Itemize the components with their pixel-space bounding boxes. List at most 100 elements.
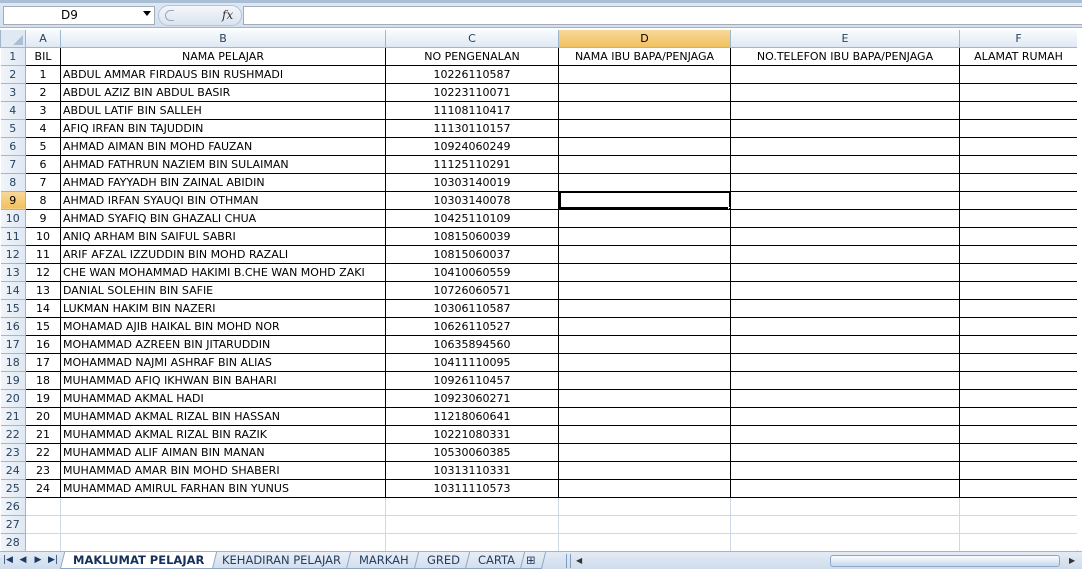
empty-cell[interactable] [60,515,386,534]
cell-nama-pelajar[interactable]: MUHAMMAD AMIRUL FARHAN BIN YUNUS [60,478,386,498]
cell-alamat-rumah[interactable] [959,370,1078,390]
cell-nama-pelajar[interactable]: MUHAMMAD AKMAL RIZAL BIN RAZIK [60,424,386,444]
cell-alamat-rumah[interactable] [959,280,1078,300]
cell-nama-ibu-bapa[interactable] [558,208,731,228]
tab-split-handle[interactable] [566,554,571,568]
cell-no-telefon[interactable] [730,154,960,174]
previous-sheet-icon[interactable]: ◀ [17,554,29,567]
column-header-e[interactable]: E [730,30,960,48]
cell-alamat-rumah[interactable] [959,352,1078,372]
cell-nama-pelajar[interactable]: AHMAD FAYYADH BIN ZAINAL ABIDIN [60,172,386,192]
cell-no-pengenalan[interactable]: 10303140019 [385,172,559,192]
fill-handle[interactable] [728,206,730,208]
cell-no-pengenalan[interactable]: 10815060037 [385,244,559,264]
cell-nama-pelajar[interactable]: CHE WAN MOHAMMAD HAKIMI B.CHE WAN MOHD Z… [60,262,386,282]
cell-no-pengenalan[interactable]: 10924060249 [385,136,559,156]
cell-no-telefon[interactable] [730,64,960,84]
cell-nama-pelajar[interactable]: MUHAMMAD AFIQ IKHWAN BIN BAHARI [60,370,386,390]
cell-no-telefon[interactable] [730,136,960,156]
row-header[interactable]: 27 [0,514,26,534]
cell-nama-ibu-bapa[interactable] [558,64,731,84]
row-header[interactable]: 8 [0,172,26,192]
scroll-thumb[interactable] [830,555,1060,567]
cell-nama-ibu-bapa[interactable] [558,262,731,282]
cell-bil[interactable]: 14 [25,298,61,318]
name-box[interactable]: D9 [3,6,155,25]
header-alamat-rumah[interactable]: ALAMAT RUMAH [959,46,1078,66]
row-header[interactable]: 6 [0,136,26,156]
first-sheet-icon[interactable]: |◀ [2,554,14,567]
cell-bil[interactable]: 3 [25,100,61,120]
cell-nama-pelajar[interactable]: ABDUL AMMAR FIRDAUS BIN RUSHMADI [60,64,386,84]
row-header[interactable]: 7 [0,154,26,174]
cell-no-telefon[interactable] [730,388,960,408]
cell-alamat-rumah[interactable] [959,100,1078,120]
row-header[interactable]: 20 [0,388,26,408]
cell-no-pengenalan[interactable]: 10923060271 [385,388,559,408]
row-header[interactable]: 14 [0,280,26,300]
cell-no-telefon[interactable] [730,424,960,444]
empty-cell[interactable] [25,497,61,516]
header-nama-pelajar[interactable]: NAMA PELAJAR [60,46,386,66]
cell-bil[interactable]: 9 [25,208,61,228]
column-header-f[interactable]: F [959,30,1078,48]
cell-bil[interactable]: 23 [25,460,61,480]
empty-cell[interactable] [385,515,559,534]
cell-no-telefon[interactable] [730,406,960,426]
cell-no-pengenalan[interactable]: 11130110157 [385,118,559,138]
cell-no-pengenalan[interactable]: 10410060559 [385,262,559,282]
cell-bil[interactable]: 7 [25,172,61,192]
cell-alamat-rumah[interactable] [959,226,1078,246]
cell-bil[interactable]: 8 [25,190,61,210]
cell-nama-ibu-bapa[interactable] [558,280,731,300]
cell-nama-ibu-bapa[interactable] [558,388,731,408]
cell-no-telefon[interactable] [730,280,960,300]
cell-bil[interactable]: 18 [25,370,61,390]
cell-bil[interactable]: 17 [25,352,61,372]
cell-no-pengenalan[interactable]: 10815060039 [385,226,559,246]
cell-no-pengenalan[interactable]: 10411110095 [385,352,559,372]
row-header[interactable]: 12 [0,244,26,264]
cell-no-telefon[interactable] [730,118,960,138]
insert-sheet-button[interactable]: ⊞ [519,552,547,569]
row-header[interactable]: 22 [0,424,26,444]
cell-nama-ibu-bapa[interactable] [558,298,731,318]
header-no-pengenalan[interactable]: NO PENGENALAN [385,46,559,66]
cell-nama-pelajar[interactable]: AFIQ IRFAN BIN TAJUDDIN [60,118,386,138]
empty-cell[interactable] [385,533,559,552]
sheet-tab-gred[interactable]: GRED [413,552,474,569]
cell-no-pengenalan[interactable]: 11125110291 [385,154,559,174]
scroll-left-icon[interactable]: ◀ [576,556,582,565]
row-header[interactable]: 25 [0,478,26,498]
cell-nama-ibu-bapa[interactable] [558,226,731,246]
row-header[interactable]: 26 [0,496,26,516]
cell-bil[interactable]: 24 [25,478,61,498]
cell-no-telefon[interactable] [730,478,960,498]
cell-nama-pelajar[interactable]: ABDUL LATIF BIN SALLEH [60,100,386,120]
cell-nama-ibu-bapa[interactable] [558,352,731,372]
cell-nama-ibu-bapa[interactable] [558,478,731,498]
row-header[interactable]: 18 [0,352,26,372]
cell-nama-pelajar[interactable]: MUHAMMAD ALIF AIMAN BIN MANAN [60,442,386,462]
cell-alamat-rumah[interactable] [959,262,1078,282]
row-header[interactable]: 10 [0,208,26,228]
column-header-d[interactable]: D [558,30,731,48]
cell-no-pengenalan[interactable]: 10226110587 [385,64,559,84]
horizontal-scrollbar[interactable]: ◀ ▶ [566,554,1082,568]
cell-alamat-rumah[interactable] [959,424,1078,444]
cell-nama-pelajar[interactable]: AHMAD IRFAN SYAUQI BIN OTHMAN [60,190,386,210]
row-header[interactable]: 28 [0,532,26,552]
cell-bil[interactable]: 10 [25,226,61,246]
cell-nama-pelajar[interactable]: MOHAMAD AJIB HAIKAL BIN MOHD NOR [60,316,386,336]
cell-alamat-rumah[interactable] [959,118,1078,138]
cell-no-pengenalan[interactable]: 10306110587 [385,298,559,318]
cell-nama-ibu-bapa[interactable] [558,370,731,390]
column-header-a[interactable]: A [25,30,61,48]
cell-alamat-rumah[interactable] [959,442,1078,462]
cell-nama-ibu-bapa[interactable] [558,118,731,138]
cell-nama-pelajar[interactable]: DANIAL SOLEHIN BIN SAFIE [60,280,386,300]
header-nama-ibu-bapa[interactable]: NAMA IBU BAPA/PENJAGA [558,46,731,66]
row-header[interactable]: 19 [0,370,26,390]
cell-no-telefon[interactable] [730,334,960,354]
cell-no-telefon[interactable] [730,82,960,102]
